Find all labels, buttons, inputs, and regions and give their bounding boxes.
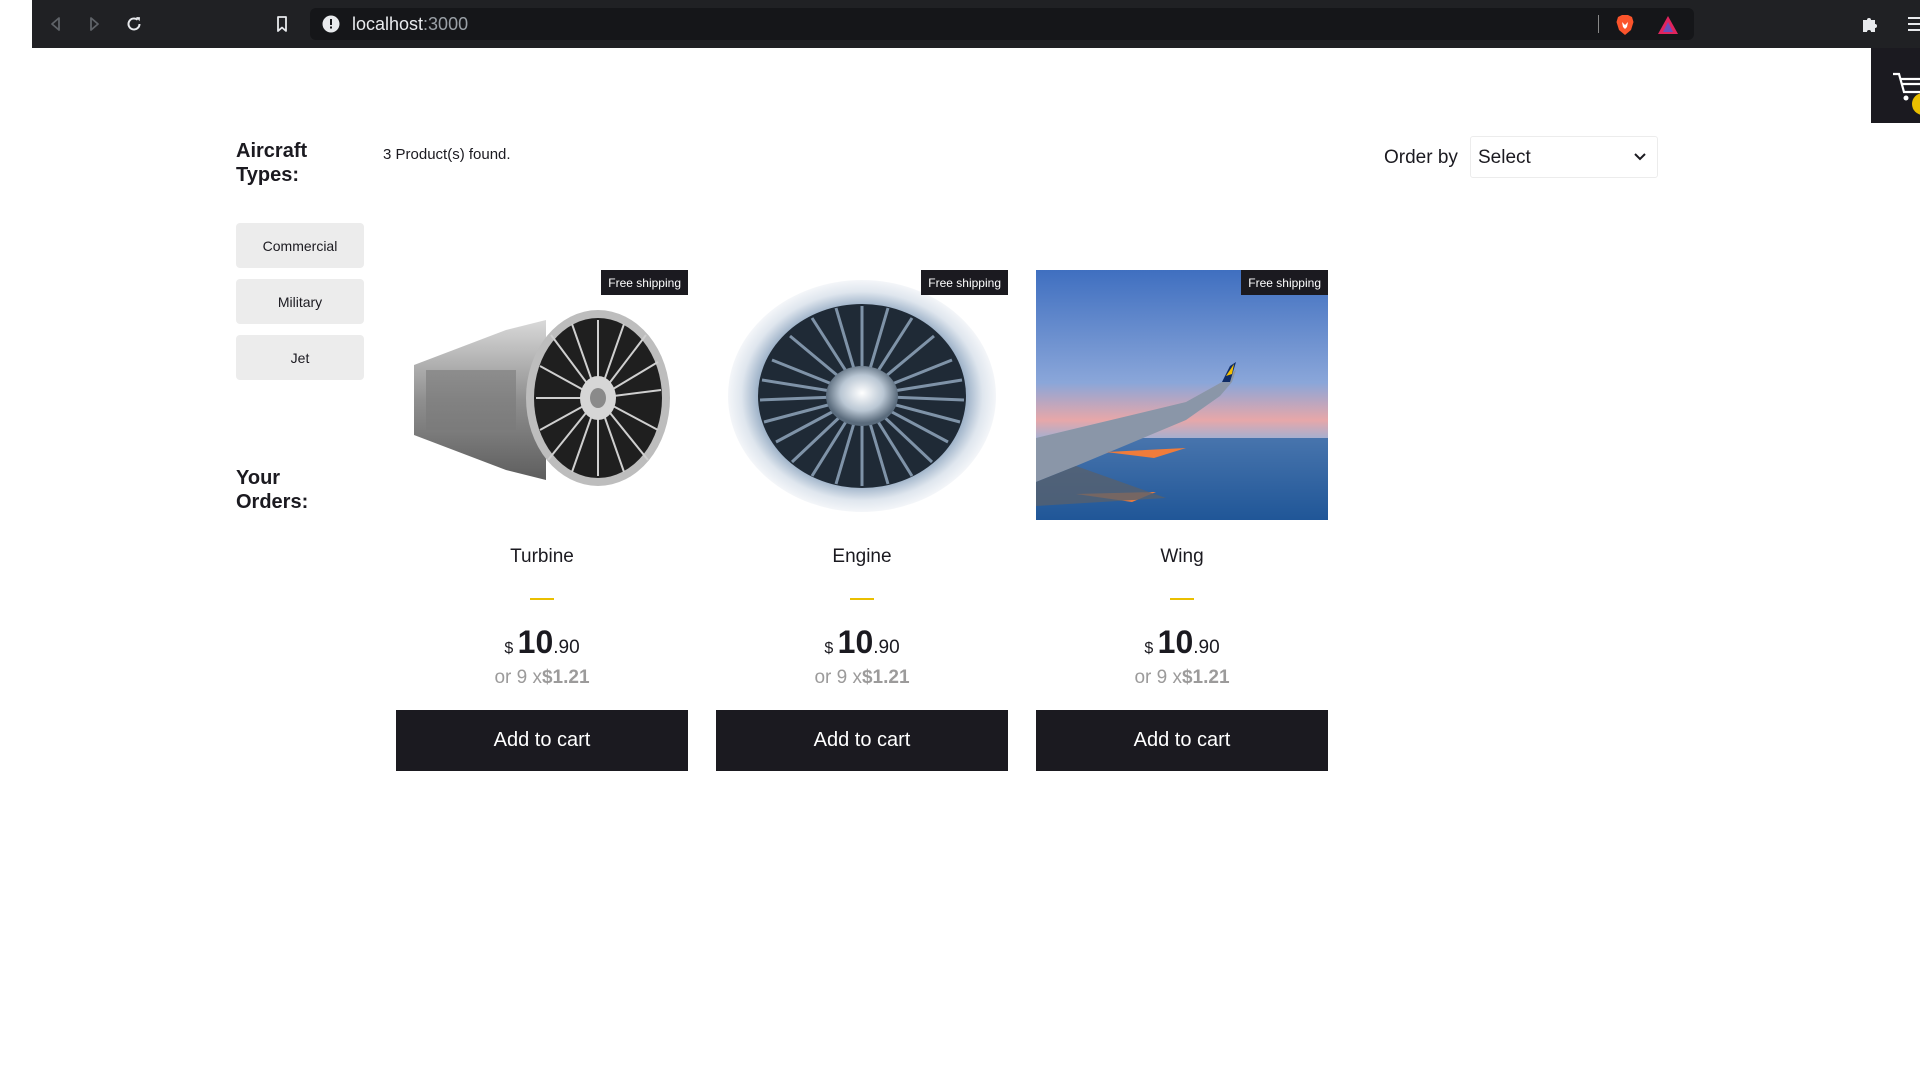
reload-icon [127,17,141,31]
price-decimal: .90 [1193,637,1220,658]
order-by-selected-value: Select [1478,147,1531,168]
title-divider [1170,598,1194,600]
add-to-cart-button[interactable]: Add to cart [396,710,688,771]
engine-image [716,270,1008,520]
product-title: Wing [1160,546,1204,567]
chevron-down-icon [1634,153,1646,161]
product-price: $ 10.90 [716,624,1008,661]
filter-military[interactable]: Military [236,279,364,324]
installment-value: $1.21 [1181,667,1230,688]
aircraft-types-heading: Aircraft Types: [236,140,308,186]
forward-button[interactable] [80,10,108,38]
browser-toolbar: localhost:3000 [32,0,1920,48]
info-icon[interactable] [322,15,340,33]
price-decimal: .90 [553,637,580,658]
product-installment: or 9 x$1.21 [716,667,1008,689]
bookmark-icon [277,16,287,32]
product-title: Engine [832,546,892,567]
installment-value: $1.21 [541,667,590,688]
wing-image [1036,270,1328,520]
currency-symbol: $ [824,640,834,657]
installment-prefix: or 9 x [494,667,542,688]
filter-jet[interactable]: Jet [236,335,364,380]
back-button[interactable] [42,10,70,38]
title-divider [530,598,554,600]
back-arrow-icon [51,17,60,31]
order-by-select[interactable]: Select [1470,136,1658,178]
product-card[interactable]: Free shipping Engine $ 10.90 or 9 x$1.21… [716,270,1008,771]
product-price: $ 10.90 [1036,624,1328,661]
filter-commercial[interactable]: Commercial [236,223,364,268]
extensions-puzzle-icon[interactable] [1860,14,1880,34]
price-integer: 10 [1157,624,1194,660]
add-to-cart-button[interactable]: Add to cart [1036,710,1328,771]
title-divider [850,598,874,600]
url-text[interactable]: localhost:3000 [352,15,468,33]
reload-button[interactable] [120,10,148,38]
product-title: Turbine [510,546,574,567]
product-image[interactable]: Free shipping [396,270,688,520]
currency-symbol: $ [504,640,514,657]
currency-symbol: $ [1144,640,1154,657]
installment-value: $1.21 [861,667,910,688]
price-integer: 10 [517,624,554,660]
price-decimal: .90 [873,637,900,658]
turbine-image [396,270,688,520]
product-card[interactable]: Free shipping Turbine $ 10.90 or 9 x$1.2… [396,270,688,771]
your-orders-heading: Your Orders: [236,467,309,513]
product-image[interactable]: Free shipping [716,270,1008,520]
product-price: $ 10.90 [396,624,688,661]
product-installment: or 9 x$1.21 [1036,667,1328,689]
product-image[interactable]: Free shipping [1036,270,1328,520]
installment-prefix: or 9 x [814,667,862,688]
products-found-count: 3 Product(s) found. [383,146,511,163]
order-by-label: Order by [1384,147,1458,168]
price-integer: 10 [837,624,874,660]
browser-menu-icon[interactable] [1908,14,1920,34]
product-card[interactable]: Free shipping Wing $ 10.90 or 9 x$1.21 A… [1036,270,1328,771]
free-shipping-badge: Free shipping [1241,270,1328,295]
address-bar[interactable]: localhost:3000 [310,8,1694,40]
forward-arrow-icon [90,17,99,31]
installment-prefix: or 9 x [1134,667,1182,688]
product-installment: or 9 x$1.21 [396,667,688,689]
brave-shields-icon[interactable] [1615,14,1635,36]
floating-cart-button[interactable] [1871,48,1920,123]
address-bar-divider [1598,15,1599,33]
filters-list: Commercial Military Jet [236,223,364,391]
brave-rewards-icon[interactable] [1657,15,1679,35]
bookmark-button[interactable] [268,10,296,38]
add-to-cart-button[interactable]: Add to cart [716,710,1008,771]
free-shipping-badge: Free shipping [601,270,688,295]
free-shipping-badge: Free shipping [921,270,1008,295]
